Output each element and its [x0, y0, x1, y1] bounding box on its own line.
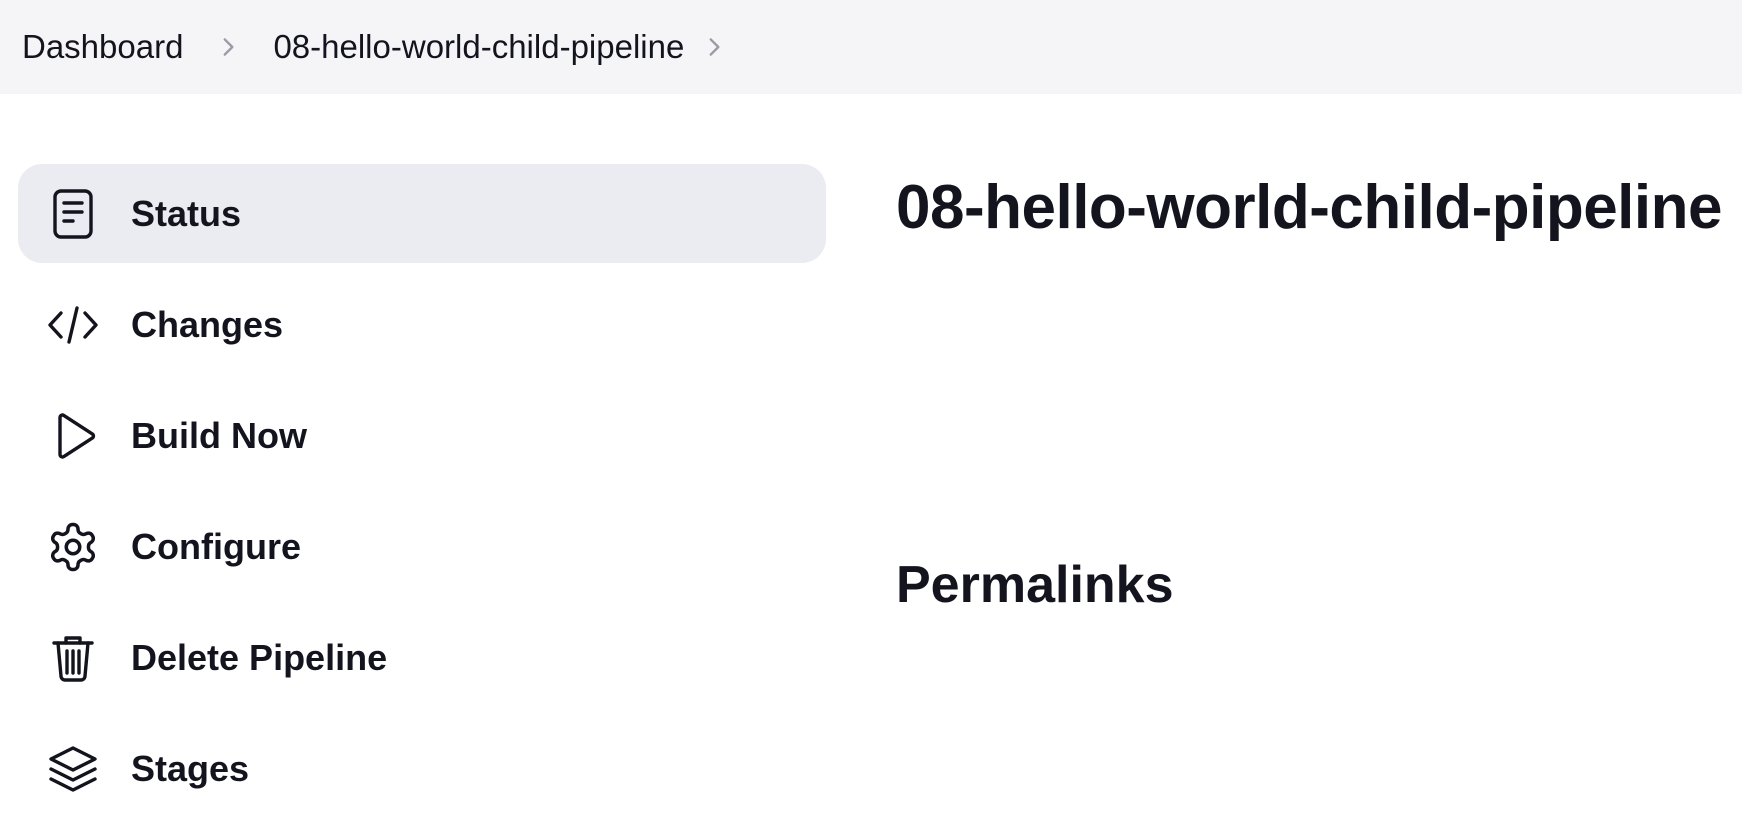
- sidebar-item-changes[interactable]: Changes: [18, 275, 826, 374]
- play-icon: [46, 409, 100, 463]
- page-title: 08-hello-world-child-pipeline: [896, 173, 1722, 242]
- sidebar-item-stages[interactable]: Stages: [18, 719, 826, 818]
- breadcrumb-pipeline[interactable]: 08-hello-world-child-pipeline: [273, 28, 684, 66]
- sidebar-item-label: Changes: [131, 303, 284, 345]
- chevron-right-icon[interactable]: [183, 27, 273, 67]
- breadcrumb-dashboard[interactable]: Dashboard: [22, 28, 183, 66]
- sidebar-item-label: Build Now: [131, 414, 307, 456]
- sidebar-item-label: Stages: [131, 747, 250, 789]
- layers-icon: [46, 742, 100, 796]
- sidebar-item-delete-pipeline[interactable]: Delete Pipeline: [18, 608, 826, 707]
- sidebar-item-configure[interactable]: Configure: [18, 497, 826, 596]
- sidebar-item-label: Configure: [131, 525, 301, 567]
- document-icon: [46, 187, 100, 241]
- sidebar-item-label: Delete Pipeline: [131, 636, 388, 678]
- permalinks-heading: Permalinks: [896, 556, 1174, 614]
- sidebar-item-build-now[interactable]: Build Now: [18, 386, 826, 485]
- code-icon: [46, 298, 100, 352]
- gear-icon: [46, 520, 100, 574]
- sidebar-item-status[interactable]: Status: [18, 164, 826, 263]
- chevron-right-icon[interactable]: [684, 27, 744, 67]
- trash-icon: [46, 631, 100, 685]
- sidebar-item-label: Status: [131, 192, 242, 234]
- breadcrumb: Dashboard 08-hello-world-child-pipeline: [0, 0, 1742, 94]
